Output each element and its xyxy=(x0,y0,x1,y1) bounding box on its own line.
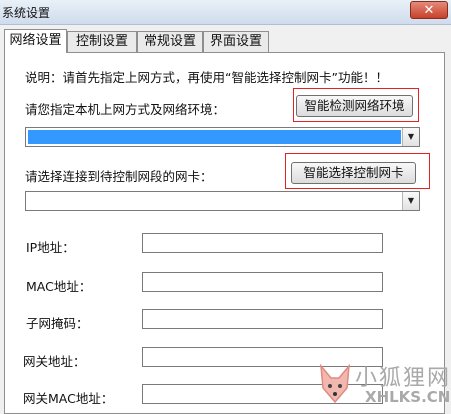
selected-option-highlight xyxy=(28,130,401,144)
subnet-mask-input[interactable] xyxy=(142,309,383,329)
mac-input[interactable] xyxy=(142,272,383,292)
gateway-label: 网关地址： xyxy=(23,354,86,369)
dropdown-arrow-icon[interactable]: ▼ xyxy=(402,128,419,146)
close-icon: ✕ xyxy=(423,3,435,18)
network-env-select[interactable]: ▼ xyxy=(25,127,420,147)
tab-general-settings[interactable]: 常规设置 xyxy=(137,31,203,52)
ip-input[interactable] xyxy=(142,233,383,253)
nic-select[interactable]: ▼ xyxy=(25,191,420,211)
watermark-text-en: XHLKS.CN xyxy=(365,388,451,406)
ip-label: IP地址： xyxy=(26,240,75,255)
close-button[interactable]: ✕ xyxy=(410,1,448,19)
fox-logo-icon xyxy=(320,363,350,404)
network-env-label: 请您指定本机上网方式及网络环境： xyxy=(25,102,226,117)
window-title: 系统设置 xyxy=(2,6,51,20)
tab-interface-settings[interactable]: 界面设置 xyxy=(203,31,269,52)
watermark-logo: 小狐狸网 XHLKS.CN xyxy=(315,358,451,410)
mac-label: MAC地址： xyxy=(26,279,92,294)
select-nic-button[interactable]: 智能选择控制网卡 xyxy=(291,162,416,184)
window-title-bar: 系统设置 ✕ xyxy=(0,0,451,25)
instruction-text: 说明：请首先指定上网方式，再使用“智能选择控制网卡”功能！！ xyxy=(25,70,388,85)
subnet-label: 子网掩码： xyxy=(26,316,89,331)
gateway-mac-label: 网关MAC地址： xyxy=(23,391,114,406)
dropdown-arrow-icon[interactable]: ▼ xyxy=(402,192,419,210)
tab-control-settings[interactable]: 控制设置 xyxy=(67,31,137,52)
detect-network-button[interactable]: 智能检测网络环境 xyxy=(296,95,413,117)
nic-label: 请选择连接到待控制网段的网卡： xyxy=(25,169,213,184)
tab-network-settings[interactable]: 网络设置 xyxy=(4,29,67,53)
